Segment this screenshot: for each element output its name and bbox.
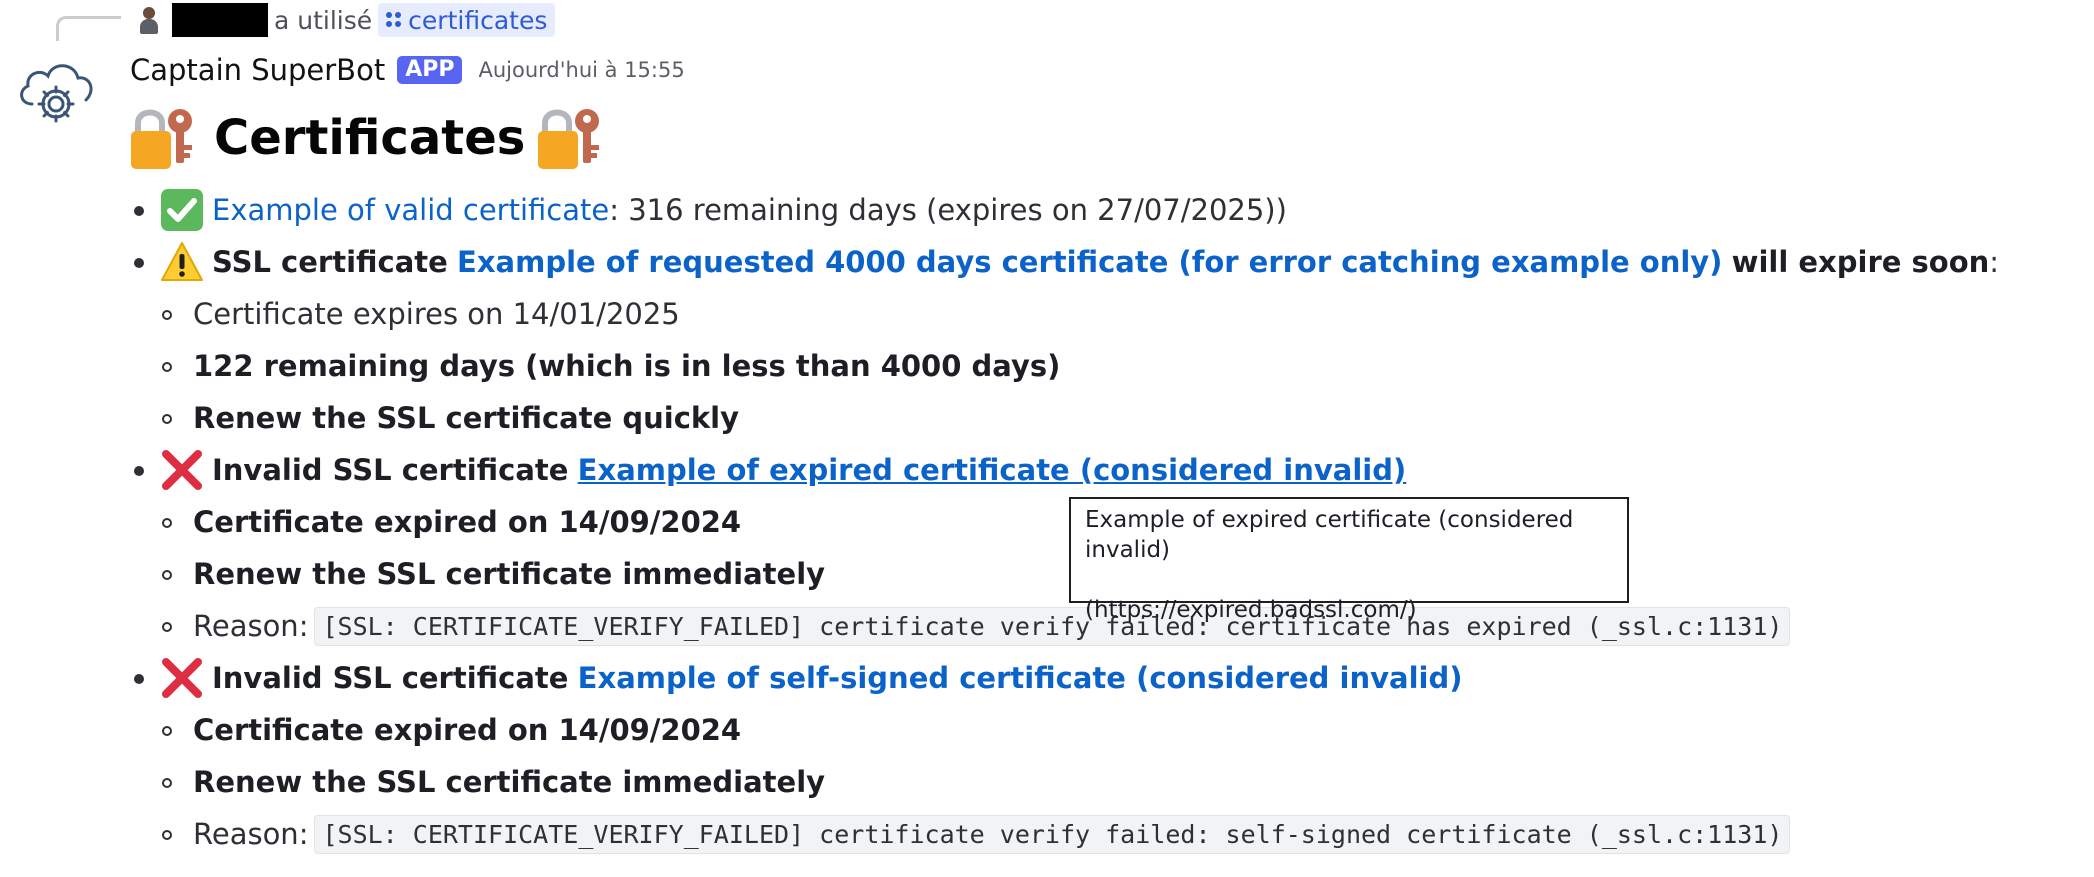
valid-certificate-status: : 316 remaining days (expires on 27/07/2… — [609, 193, 1287, 227]
selfsigned-reason-label: Reason: — [193, 817, 309, 851]
used-text: a utilisé — [274, 5, 373, 35]
locked-with-key-icon — [131, 109, 192, 169]
expired-certificate-link[interactable]: Example of expired certificate (consider… — [578, 453, 1407, 487]
command-reply-header: a utilisé certificates — [136, 2, 556, 38]
cross-mark-icon — [162, 658, 202, 698]
warning-expiry-date: Certificate expires on 14/01/2025 — [193, 297, 680, 331]
bullet — [134, 206, 144, 216]
expired-action: Renew the SSL certificate immediately — [193, 557, 826, 591]
cloud-gear-icon[interactable] — [14, 54, 98, 126]
command-name: certificates — [408, 5, 548, 35]
command-chip[interactable]: certificates — [378, 3, 556, 37]
sub-item: 122 remaining days (which is in less tha… — [193, 344, 1060, 388]
bullet — [134, 466, 144, 476]
sub-item: Renew the SSL certificate quickly — [193, 396, 739, 440]
sub-bullet — [162, 518, 172, 528]
sub-bullet — [162, 622, 172, 632]
warning-certificate-link[interactable]: Example of requested 4000 days certifica… — [457, 245, 1722, 279]
list-item-warning: SSL certificate Example of requested 400… — [160, 240, 1999, 284]
bullet — [134, 674, 144, 684]
embed-title: Certificates — [128, 103, 611, 173]
sub-bullet — [162, 570, 172, 580]
link-tooltip: Example of expired certificate (consider… — [1069, 497, 1629, 623]
sub-bullet — [162, 414, 172, 424]
redacted-username[interactable] — [172, 3, 268, 37]
selfsigned-action: Renew the SSL certificate immediately — [193, 765, 826, 799]
warning-action: Renew the SSL certificate quickly — [193, 401, 740, 435]
sub-bullet — [162, 362, 172, 372]
list-item-valid: Example of valid certificate : 316 remai… — [160, 188, 1287, 232]
chat-message: a utilisé certificates Captain SuperBot … — [0, 0, 2094, 877]
expired-prefix: Invalid SSL certificate — [212, 453, 569, 487]
sub-item: Certificate expired on 14/09/2024 — [193, 708, 741, 752]
warning-colon: : — [1989, 245, 2000, 279]
selfsigned-certificate-link[interactable]: Example of self-signed certificate (cons… — [578, 661, 1463, 695]
sub-bullet — [162, 778, 172, 788]
bullet — [134, 258, 144, 268]
list-item-selfsigned: Invalid SSL certificate Example of self-… — [160, 656, 1462, 700]
selfsigned-prefix: Invalid SSL certificate — [212, 661, 569, 695]
sub-bullet — [162, 830, 172, 840]
app-badge: APP — [397, 56, 463, 84]
selfsigned-reason-code: [SSL: CERTIFICATE_VERIFY_FAILED] certifi… — [314, 814, 1791, 854]
user-avatar-icon[interactable] — [136, 5, 162, 35]
slash-command-icon — [386, 12, 402, 28]
tooltip-url: (https://expired.badssl.com/) — [1085, 597, 1417, 623]
tooltip-title: Example of expired certificate (consider… — [1085, 507, 1574, 563]
sub-item: Certificate expired on 14/09/2024 — [193, 500, 741, 544]
warning-prefix: SSL certificate — [212, 245, 448, 279]
reply-connector-line — [56, 16, 121, 41]
sub-bullet — [162, 726, 172, 736]
valid-certificate-link[interactable]: Example of valid certificate — [212, 193, 609, 227]
selfsigned-date: Certificate expired on 14/09/2024 — [193, 713, 742, 747]
warning-suffix: will expire soon — [1731, 245, 1990, 279]
message-timestamp[interactable]: Aujourd'hui à 15:55 — [478, 58, 684, 82]
warning-icon — [161, 242, 203, 281]
bot-username[interactable]: Captain SuperBot — [130, 53, 385, 87]
warning-remaining-days: 122 remaining days (which is in less tha… — [193, 349, 1061, 383]
page-title: Certificates — [214, 110, 526, 166]
expired-date: Certificate expired on 14/09/2024 — [193, 505, 742, 539]
message-header: Captain SuperBot APP Aujourd'hui à 15:55 — [130, 50, 685, 90]
sub-item: Reason: [SSL: CERTIFICATE_VERIFY_FAILED]… — [193, 812, 1791, 856]
check-mark-button-icon — [161, 189, 203, 231]
locked-with-key-icon — [538, 109, 600, 169]
sub-item: Certificate expires on 14/01/2025 — [193, 292, 680, 336]
expired-reason-label: Reason: — [193, 609, 309, 643]
list-item-expired: Invalid SSL certificate Example of expir… — [160, 448, 1406, 492]
cross-mark-icon — [162, 450, 202, 490]
sub-bullet — [162, 310, 172, 320]
sub-item: Renew the SSL certificate immediately — [193, 760, 825, 804]
sub-item: Renew the SSL certificate immediately — [193, 552, 825, 596]
